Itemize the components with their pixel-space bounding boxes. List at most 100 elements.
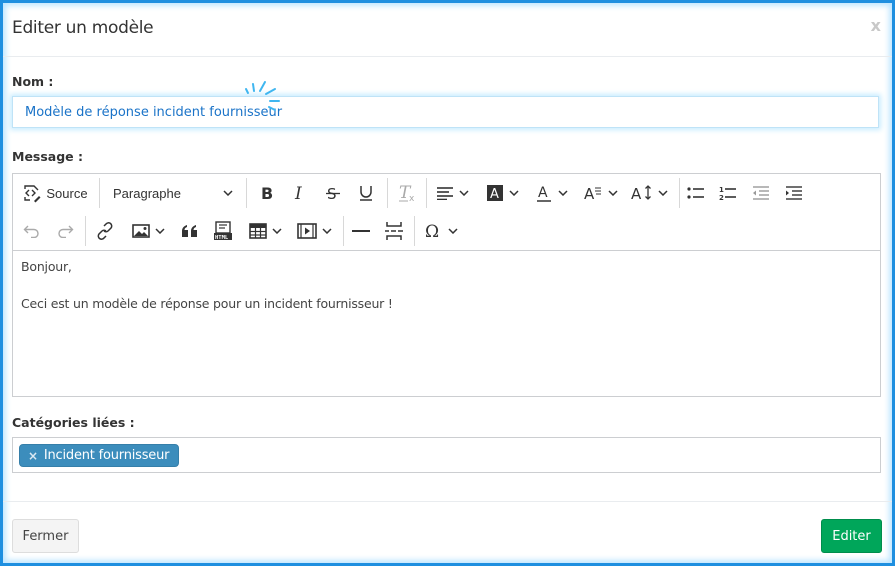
close-icon[interactable]: x <box>871 16 881 35</box>
chevron-down-icon <box>271 228 282 234</box>
bulleted-list-icon <box>687 187 704 199</box>
image-icon <box>131 224 150 238</box>
undo-icon <box>23 225 39 238</box>
font-color-button[interactable]: A <box>529 178 573 208</box>
chevron-down-icon <box>657 190 668 196</box>
remove-format-icon: Tx <box>399 184 415 202</box>
font-size-button[interactable]: A <box>627 178 671 208</box>
edit-template-modal: Editer un modèle x Nom : Modèle de répon… <box>3 3 892 563</box>
modal-footer: Fermer Editer <box>3 501 892 564</box>
underline-button[interactable] <box>353 178 379 208</box>
svg-text:A: A <box>631 185 642 202</box>
svg-text:HTML: HTML <box>215 235 229 241</box>
special-characters-icon: Ω <box>425 222 439 240</box>
outdent-button[interactable] <box>748 178 774 208</box>
chevron-down-icon <box>458 190 469 196</box>
category-tag: × Incident fournisseur <box>19 444 180 467</box>
image-button[interactable] <box>126 216 170 246</box>
chevron-down-icon <box>321 228 332 234</box>
svg-text:B: B <box>261 185 273 201</box>
font-family-button[interactable]: A <box>578 178 622 208</box>
horizontal-line-button[interactable] <box>348 216 374 246</box>
svg-text:Ω: Ω <box>425 222 439 240</box>
page-break-button[interactable] <box>381 216 407 246</box>
redo-button[interactable] <box>52 216 78 246</box>
chevron-down-icon <box>447 228 458 234</box>
toolbar-separator <box>426 178 427 208</box>
chevron-down-icon <box>154 228 165 234</box>
modal-title: Editer un modèle <box>12 18 154 38</box>
source-button[interactable]: Source <box>19 178 91 208</box>
paragraph-select[interactable]: Paragraphe <box>107 178 239 208</box>
media-embed-button[interactable] <box>292 216 336 246</box>
link-button[interactable] <box>92 216 118 246</box>
bulleted-list-button[interactable] <box>683 178 709 208</box>
svg-text:A: A <box>490 187 499 202</box>
toolbar-separator <box>679 178 680 208</box>
editor-content-area[interactable]: Bonjour, Ceci est un modèle de réponse p… <box>13 251 880 396</box>
toolbar-separator <box>414 216 415 246</box>
numbered-list-icon: 12 <box>719 186 736 201</box>
chevron-down-icon <box>557 190 568 196</box>
table-icon <box>248 223 267 239</box>
svg-text:A: A <box>538 185 548 201</box>
bold-button[interactable]: B <box>254 178 280 208</box>
strikethrough-button[interactable]: S <box>320 178 346 208</box>
categories-label: Catégories liées : <box>12 415 135 430</box>
toolbar-separator <box>387 178 388 208</box>
source-icon <box>24 185 41 203</box>
font-family-icon: A <box>584 185 601 202</box>
tag-remove-icon[interactable]: × <box>28 449 38 463</box>
font-color-icon: A <box>536 185 551 202</box>
html-embed-button[interactable]: HTML <box>210 216 236 246</box>
align-button[interactable] <box>431 178 473 208</box>
link-icon <box>97 222 113 240</box>
media-embed-icon <box>296 223 317 239</box>
message-label: Message : <box>12 149 84 164</box>
source-label: Source <box>46 185 88 201</box>
toolbar-separator <box>99 178 100 208</box>
indent-icon <box>786 186 802 200</box>
toolbar-separator <box>246 178 247 208</box>
undo-button[interactable] <box>19 216 45 246</box>
nom-label: Nom : <box>12 74 54 89</box>
numbered-list-button[interactable]: 12 <box>715 178 741 208</box>
bold-icon: B <box>261 185 273 201</box>
modal-header: Editer un modèle x <box>3 3 892 57</box>
blockquote-icon <box>182 225 197 237</box>
content-paragraph: Ceci est un modèle de réponse pour un in… <box>21 296 393 311</box>
close-button[interactable]: Fermer <box>12 519 79 553</box>
blockquote-button[interactable] <box>177 216 203 246</box>
font-background-color-button[interactable]: A <box>480 178 524 208</box>
italic-icon: I <box>294 185 302 201</box>
nom-input[interactable]: Modèle de réponse incident fournisseur <box>12 96 879 128</box>
indent-button[interactable] <box>781 178 807 208</box>
italic-button[interactable]: I <box>287 178 313 208</box>
toolbar-separator <box>85 216 86 246</box>
editor-toolbar: Source Paragraphe B I S Tx A A A A 1 2 H… <box>13 174 880 251</box>
svg-text:1: 1 <box>719 186 724 194</box>
paragraph-select-label: Paragraphe <box>113 185 181 201</box>
underline-icon <box>360 186 372 201</box>
remove-format-button[interactable]: Tx <box>394 178 420 208</box>
content-paragraph: Bonjour, <box>21 259 72 274</box>
submit-edit-button[interactable]: Editer <box>821 519 882 553</box>
category-tag-label: Incident fournisseur <box>43 448 170 463</box>
page-break-icon <box>385 222 403 240</box>
strikethrough-icon: S <box>326 185 340 201</box>
chevron-down-icon <box>508 190 519 196</box>
table-button[interactable] <box>243 216 287 246</box>
svg-text:x: x <box>409 194 415 202</box>
rich-text-editor: Source Paragraphe B I S Tx A A A A 1 2 H… <box>12 173 881 397</box>
redo-icon <box>58 225 74 238</box>
svg-text:2: 2 <box>719 194 724 201</box>
special-characters-button[interactable]: Ω <box>419 216 463 246</box>
svg-text:A: A <box>584 185 595 202</box>
horizontal-line-icon <box>352 230 370 232</box>
font-size-icon: A <box>631 185 651 202</box>
html-embed-icon: HTML <box>214 221 232 241</box>
svg-text:I: I <box>294 185 302 201</box>
chevron-down-icon <box>223 190 233 196</box>
outdent-icon <box>753 186 769 200</box>
categories-select[interactable]: × Incident fournisseur <box>12 437 881 473</box>
